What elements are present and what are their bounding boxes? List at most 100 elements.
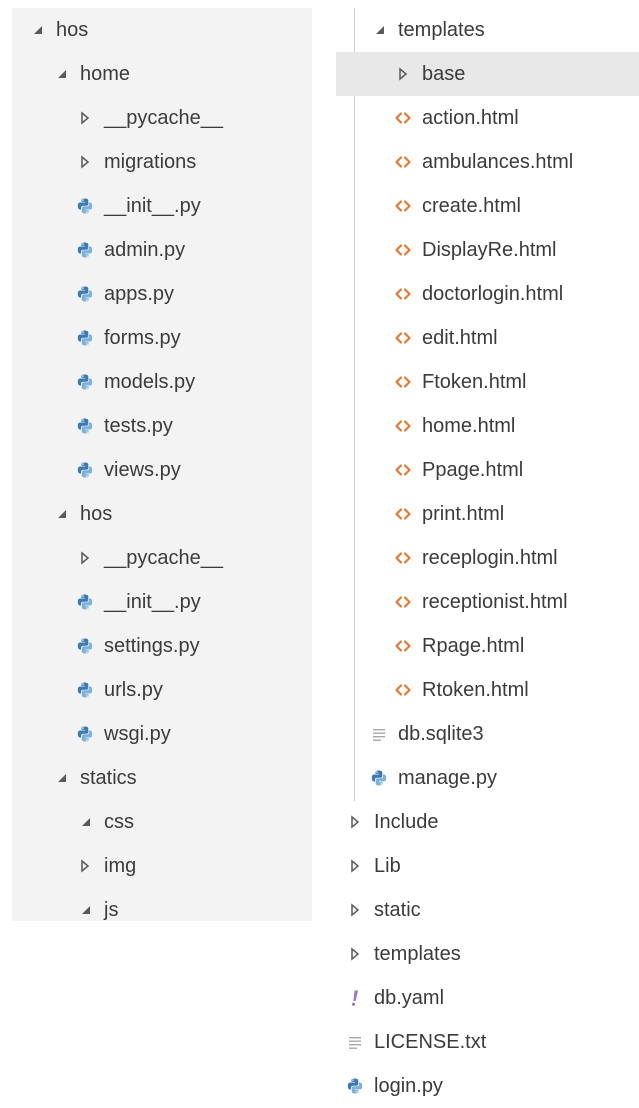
tree-folder-img[interactable]: img: [12, 844, 312, 888]
tree-file-receplogin-html[interactable]: receplogin.html: [336, 536, 639, 580]
tree-file-admin-py[interactable]: admin.py: [12, 228, 312, 272]
tree-file-login-py[interactable]: login.py: [336, 1064, 639, 1108]
tree-item-label: LICENSE.txt: [374, 1031, 487, 1053]
tree-file-init-py[interactable]: __init__.py: [12, 184, 312, 228]
tree-folder-css[interactable]: css: [12, 800, 312, 844]
chevron-collapsed-icon[interactable]: [76, 151, 94, 173]
tree-folder-templates[interactable]: templates: [336, 8, 639, 52]
tree-item-label: base: [422, 63, 466, 85]
python-icon: [76, 371, 94, 393]
tree-item-label: templates: [398, 19, 485, 41]
tree-folder-pycache[interactable]: __pycache__: [12, 536, 312, 580]
chevron-collapsed-icon[interactable]: [76, 855, 94, 877]
tree-item-label: js: [104, 899, 119, 921]
html-icon: [394, 283, 412, 305]
tree-item-label: img: [104, 855, 137, 877]
tree-file-doctorlogin-html[interactable]: doctorlogin.html: [336, 272, 639, 316]
tree-folder-static[interactable]: static: [336, 888, 639, 932]
tree-file-displayre-html[interactable]: DisplayRe.html: [336, 228, 639, 272]
python-icon: [346, 1075, 364, 1097]
tree-folder-migrations[interactable]: migrations: [12, 140, 312, 184]
chevron-collapsed-icon[interactable]: [346, 943, 364, 965]
tree-file-ambulances-html[interactable]: ambulances.html: [336, 140, 639, 184]
tree-file-init-py[interactable]: __init__.py: [12, 580, 312, 624]
chevron-expanded-icon[interactable]: [52, 503, 70, 525]
tree-file-db-sqlite3[interactable]: db.sqlite3: [336, 712, 639, 756]
tree-file-rtoken-html[interactable]: Rtoken.html: [336, 668, 639, 712]
tree-file-apps-py[interactable]: apps.py: [12, 272, 312, 316]
tree-file-db-yaml[interactable]: db.yaml: [336, 976, 639, 1020]
tree-file-settings-py[interactable]: settings.py: [12, 624, 312, 668]
tree-item-label: models.py: [104, 371, 196, 393]
python-icon: [76, 591, 94, 613]
tree-folder-js[interactable]: js: [12, 888, 312, 932]
tree-file-forms-py[interactable]: forms.py: [12, 316, 312, 360]
html-icon: [394, 327, 412, 349]
tree-file-manage-py[interactable]: manage.py: [336, 756, 639, 800]
tree-item-label: __pycache__: [104, 107, 223, 129]
chevron-collapsed-icon[interactable]: [76, 107, 94, 129]
chevron-collapsed-icon[interactable]: [346, 855, 364, 877]
tree-file-ftoken-html[interactable]: Ftoken.html: [336, 360, 639, 404]
chevron-collapsed-icon[interactable]: [394, 63, 412, 85]
python-icon: [76, 195, 94, 217]
tree-folder-hos[interactable]: hos: [12, 492, 312, 536]
tree-item-label: home.html: [422, 415, 516, 437]
tree-item-label: hos: [56, 19, 89, 41]
tree-file-edit-html[interactable]: edit.html: [336, 316, 639, 360]
file-tree-right: templates base action.html ambulances.htm…: [336, 8, 639, 1100]
chevron-expanded-icon[interactable]: [370, 19, 388, 41]
tree-item-label: manage.py: [398, 767, 497, 789]
tree-folder-lib[interactable]: Lib: [336, 844, 639, 888]
tree-file-license-txt[interactable]: LICENSE.txt: [336, 1020, 639, 1064]
chevron-expanded-icon[interactable]: [28, 19, 46, 41]
tree-file-home-html[interactable]: home.html: [336, 404, 639, 448]
tree-item-label: ambulances.html: [422, 151, 574, 173]
tree-folder-templates[interactable]: templates: [336, 932, 639, 976]
python-icon: [370, 767, 388, 789]
tree-item-label: migrations: [104, 151, 197, 173]
tree-file-urls-py[interactable]: urls.py: [12, 668, 312, 712]
tree-file-create-html[interactable]: create.html: [336, 184, 639, 228]
tree-folder-home[interactable]: home: [12, 52, 312, 96]
tree-folder-statics[interactable]: statics: [12, 756, 312, 800]
tree-folder-hos[interactable]: hos: [12, 8, 312, 52]
chevron-expanded-icon[interactable]: [76, 899, 94, 921]
lines-icon: [346, 1031, 364, 1053]
tree-file-action-html[interactable]: action.html: [336, 96, 639, 140]
html-icon: [394, 459, 412, 481]
tree-file-wsgi-py[interactable]: wsgi.py: [12, 712, 312, 756]
tree-item-label: edit.html: [422, 327, 498, 349]
tree-file-print-html[interactable]: print.html: [336, 492, 639, 536]
tree-item-label: doctorlogin.html: [422, 283, 564, 305]
chevron-collapsed-icon[interactable]: [346, 811, 364, 833]
tree-file-tests-py[interactable]: tests.py: [12, 404, 312, 448]
lines-icon: [370, 723, 388, 745]
chevron-expanded-icon[interactable]: [76, 811, 94, 833]
tree-folder-base[interactable]: base: [336, 52, 639, 96]
tree-file-receptionist-html[interactable]: receptionist.html: [336, 580, 639, 624]
tree-item-label: receptionist.html: [422, 591, 568, 613]
html-icon: [394, 151, 412, 173]
tree-item-label: wsgi.py: [104, 723, 171, 745]
chevron-expanded-icon[interactable]: [52, 767, 70, 789]
tree-item-label: Rpage.html: [422, 635, 525, 657]
tree-file-ppage-html[interactable]: Ppage.html: [336, 448, 639, 492]
python-icon: [76, 679, 94, 701]
tree-file-rpage-html[interactable]: Rpage.html: [336, 624, 639, 668]
html-icon: [394, 107, 412, 129]
html-icon: [394, 415, 412, 437]
python-icon: [76, 327, 94, 349]
tree-folder-include[interactable]: Include: [336, 800, 639, 844]
tree-item-label: __init__.py: [104, 591, 201, 613]
chevron-expanded-icon[interactable]: [52, 63, 70, 85]
tree-folder-pycache[interactable]: __pycache__: [12, 96, 312, 140]
html-icon: [394, 195, 412, 217]
tree-file-models-py[interactable]: models.py: [12, 360, 312, 404]
tree-file-views-py[interactable]: views.py: [12, 448, 312, 492]
chevron-collapsed-icon[interactable]: [346, 899, 364, 921]
chevron-collapsed-icon[interactable]: [76, 547, 94, 569]
file-tree-left: hos home __pycache__ migrations __init__.py…: [12, 8, 312, 921]
explorer-panel-right: templates base action.html ambulances.htm…: [336, 8, 639, 1100]
tree-item-label: __pycache__: [104, 547, 223, 569]
